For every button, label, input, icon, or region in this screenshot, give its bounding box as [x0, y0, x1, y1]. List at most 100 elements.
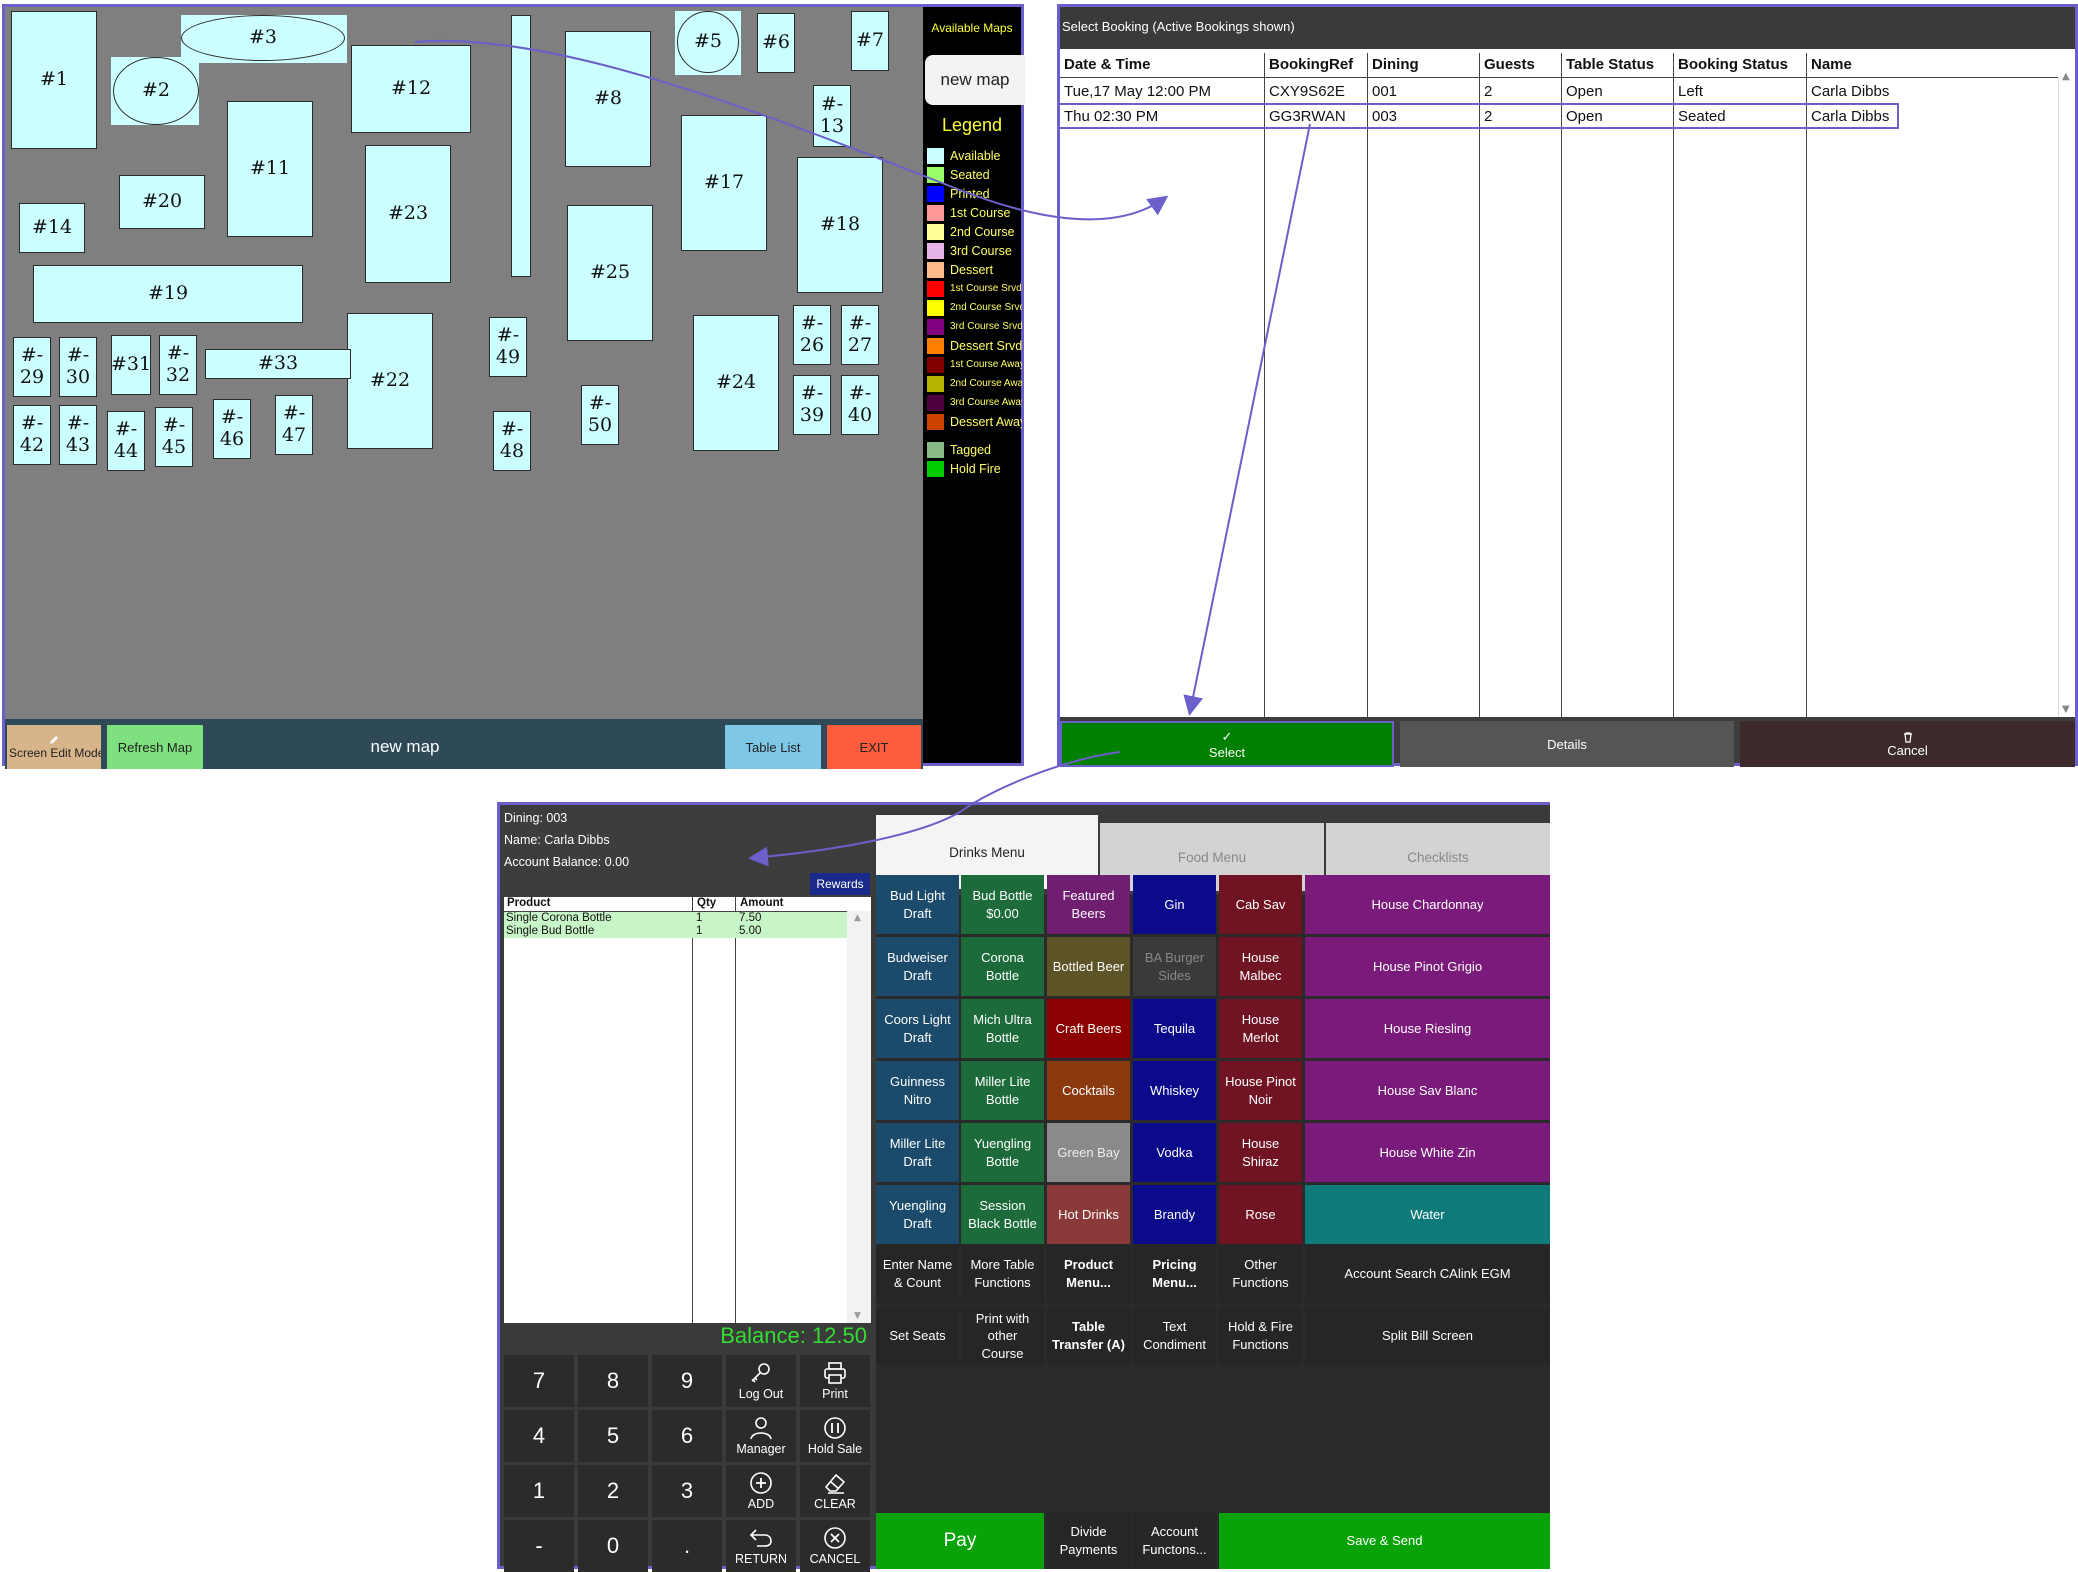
booking-row-1-cell[interactable]: CXY9S62E [1265, 79, 1349, 103]
table-44[interactable]: #- 44 [107, 411, 145, 471]
menu-item-button[interactable]: Gin [1133, 875, 1216, 934]
add-button[interactable]: ADD [726, 1465, 796, 1517]
menu-item-button[interactable]: House Chardonnay [1305, 875, 1550, 934]
key-4[interactable]: 4 [504, 1410, 574, 1462]
menu-item-button[interactable]: Rose [1219, 1185, 1302, 1244]
select-button[interactable]: ✓ Select [1060, 721, 1394, 767]
menu-item-button[interactable]: Mich Ultra Bottle [961, 999, 1044, 1058]
scroll-down-icon[interactable]: ▼ [854, 1311, 861, 1321]
key-0[interactable]: 0 [578, 1520, 648, 1572]
divide-payments-button[interactable]: Divide Payments [1047, 1513, 1130, 1569]
menu-item-button[interactable]: Water [1305, 1185, 1550, 1244]
menu-item-button[interactable]: Bud Light Draft [876, 875, 959, 934]
menu-item-button[interactable]: House Merlot [1219, 999, 1302, 1058]
cancel-button[interactable]: CANCEL [800, 1520, 870, 1572]
table-17[interactable]: #17 [681, 115, 767, 251]
cancel-booking-button[interactable]: Cancel [1740, 721, 2075, 767]
table-13[interactable]: #- 13 [813, 85, 851, 147]
key-8[interactable]: 8 [578, 1355, 648, 1407]
menu-item-button[interactable]: Bud Bottle $0.00 [961, 875, 1044, 934]
col-header-booking-ref[interactable]: BookingRef [1265, 53, 1357, 77]
table-list-button[interactable]: Table List [725, 725, 821, 769]
scroll-up-icon[interactable]: ▲ [2062, 71, 2070, 82]
key-dot[interactable]: . [652, 1520, 722, 1572]
function-button[interactable]: Product Menu... [1047, 1245, 1130, 1303]
booking-row-1-cell[interactable]: Left [1674, 79, 1707, 103]
table-22[interactable]: #22 [347, 313, 433, 449]
clear-button[interactable]: CLEAR [800, 1465, 870, 1517]
menu-item-button[interactable]: House Malbec [1219, 937, 1302, 996]
booking-row-1-cell[interactable]: Tue,17 May 12:00 PM [1060, 79, 1215, 103]
print-button[interactable]: Print [800, 1355, 870, 1407]
col-header-name[interactable]: Name [1807, 53, 1856, 77]
table-42[interactable]: #- 42 [13, 405, 51, 465]
table-12[interactable]: #12 [351, 45, 471, 133]
account-functions-button[interactable]: Account Functons... [1133, 1513, 1216, 1569]
table-8[interactable]: #8 [565, 31, 651, 167]
manager-button[interactable]: Manager [726, 1410, 796, 1462]
table-43[interactable]: #- 43 [59, 405, 97, 465]
function-button[interactable]: Text Condiment [1133, 1307, 1216, 1365]
table-33[interactable]: #33 [205, 349, 351, 379]
menu-item-button[interactable]: BA Burger Sides [1133, 937, 1216, 996]
details-button[interactable]: Details [1400, 721, 1734, 767]
function-button[interactable]: Other Functions [1219, 1245, 1302, 1303]
menu-item-button[interactable]: House Sav Blanc [1305, 1061, 1550, 1120]
menu-item-button[interactable]: Bottled Beer [1047, 937, 1130, 996]
menu-item-button[interactable]: Cab Sav [1219, 875, 1302, 934]
key-5[interactable]: 5 [578, 1410, 648, 1462]
pay-button[interactable]: Pay [876, 1513, 1044, 1569]
table-30[interactable]: #- 30 [59, 337, 97, 397]
table-2[interactable]: #2 [113, 57, 199, 125]
col-header-booking-status[interactable]: Booking Status [1674, 53, 1792, 77]
key-6[interactable]: 6 [652, 1410, 722, 1462]
table-3[interactable]: #3 [181, 15, 345, 61]
table-26[interactable]: #- 26 [793, 305, 831, 365]
table-5[interactable]: #5 [677, 11, 739, 73]
screen-edit-mode-button[interactable]: Screen Edit Mode [7, 725, 101, 769]
save-send-button[interactable]: Save & Send [1219, 1513, 1550, 1569]
table-23[interactable]: #23 [365, 145, 451, 283]
refresh-map-button[interactable]: Refresh Map [107, 725, 203, 769]
table-1[interactable]: #1 [11, 11, 97, 149]
col-header-table-status[interactable]: Table Status [1562, 53, 1658, 77]
exit-button[interactable]: EXIT [827, 725, 921, 769]
scroll-up-icon[interactable]: ▲ [854, 913, 861, 923]
table-6[interactable]: #6 [757, 13, 795, 73]
table-49[interactable]: #- 49 [489, 317, 527, 377]
function-button[interactable]: Set Seats [876, 1307, 959, 1365]
function-button[interactable]: More Table Functions [961, 1245, 1044, 1303]
table-48[interactable]: #- 48 [493, 411, 531, 471]
table-18[interactable]: #18 [797, 157, 883, 293]
table-24[interactable]: #24 [693, 315, 779, 451]
booking-row-1-cell[interactable]: 2 [1480, 79, 1496, 103]
function-button[interactable]: Account Search CAlink EGM [1305, 1245, 1550, 1303]
order-scrollbar[interactable]: ▲ ▼ [847, 911, 871, 1323]
menu-item-button[interactable]: Featured Beers [1047, 875, 1130, 934]
function-button[interactable]: Table Transfer (A) [1047, 1307, 1130, 1365]
key-7[interactable]: 7 [504, 1355, 574, 1407]
col-header-guests[interactable]: Guests [1480, 53, 1539, 77]
table-39[interactable]: #- 39 [793, 375, 831, 435]
function-button[interactable]: Enter Name & Count [876, 1245, 959, 1303]
menu-item-button[interactable]: Hot Drinks [1047, 1185, 1130, 1244]
table-29[interactable]: #- 29 [13, 337, 51, 397]
table-20[interactable]: #20 [119, 175, 205, 229]
menu-item-button[interactable]: Guinness Nitro [876, 1061, 959, 1120]
menu-item-button[interactable]: House Riesling [1305, 999, 1550, 1058]
scroll-down-icon[interactable]: ▼ [2062, 704, 2070, 715]
menu-item-button[interactable]: House White Zin [1305, 1123, 1550, 1182]
menu-item-button[interactable]: Craft Beers [1047, 999, 1130, 1058]
table-7[interactable]: #7 [851, 11, 889, 71]
menu-item-button[interactable]: Miller Lite Draft [876, 1123, 959, 1182]
function-button[interactable]: Pricing Menu... [1133, 1245, 1216, 1303]
key-minus[interactable]: - [504, 1520, 574, 1572]
log-out-button[interactable]: Log Out [726, 1355, 796, 1407]
table-11[interactable]: #11 [227, 101, 313, 237]
menu-item-button[interactable]: Coors Light Draft [876, 999, 959, 1058]
table-40[interactable]: #- 40 [841, 375, 879, 435]
key-1[interactable]: 1 [504, 1465, 574, 1517]
table-14[interactable]: #14 [19, 203, 85, 253]
table-19[interactable]: #19 [33, 265, 303, 323]
col-header-date-time[interactable]: Date & Time [1060, 53, 1154, 77]
